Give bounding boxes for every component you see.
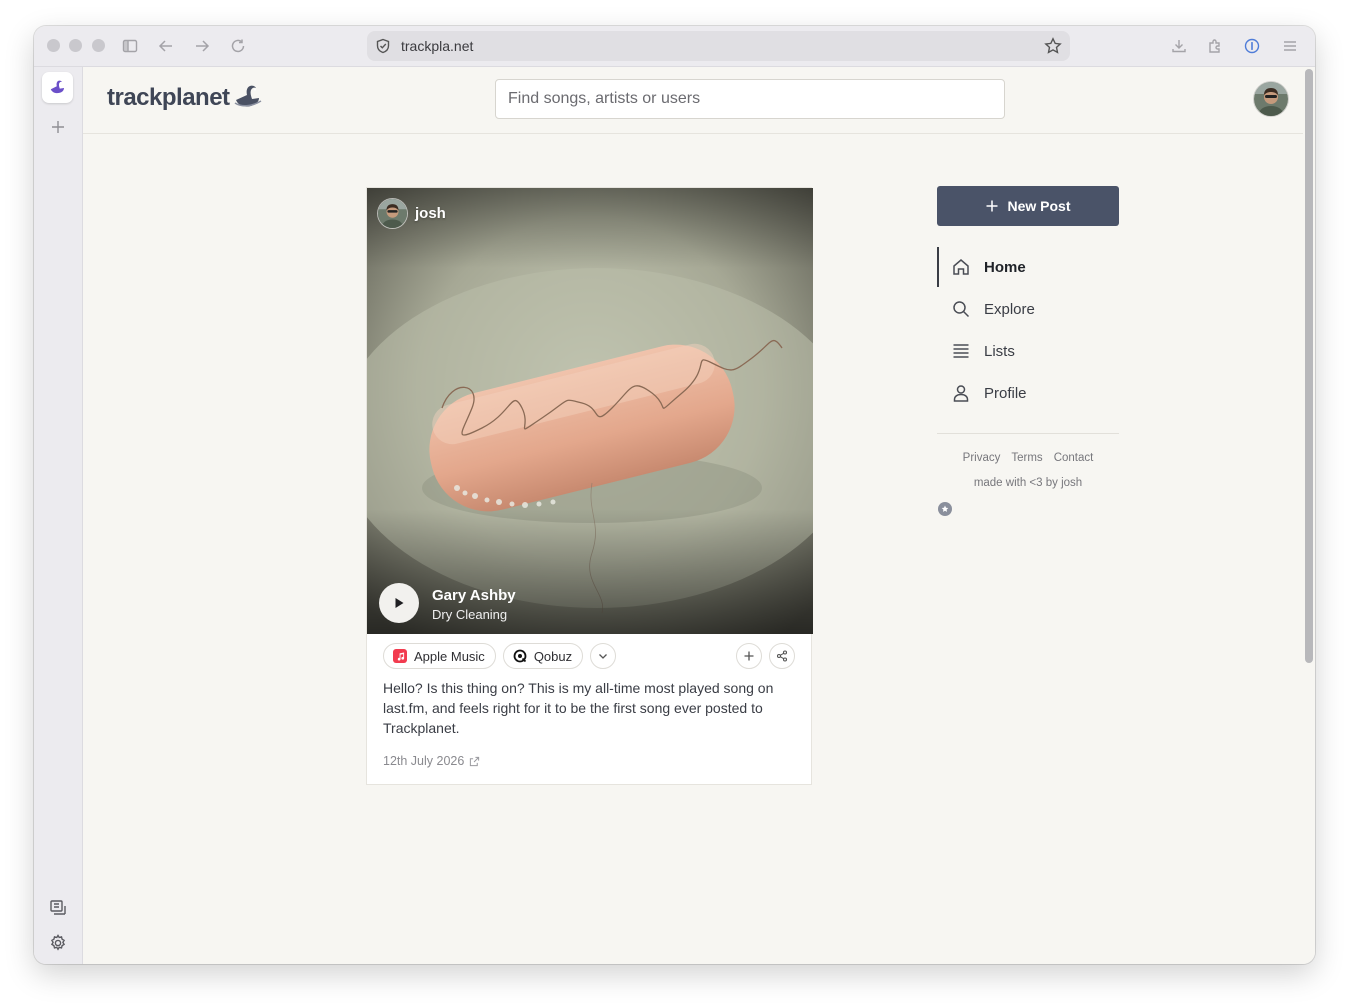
tab-trackplanet[interactable]: [42, 72, 73, 103]
nav-item-explore[interactable]: Explore: [937, 289, 1119, 329]
track-title[interactable]: Gary Ashby: [432, 587, 516, 604]
sidebar-toggle-icon[interactable]: [120, 36, 140, 56]
track-album[interactable]: Dry Cleaning: [432, 607, 507, 622]
bookmark-star-icon[interactable]: [1044, 37, 1062, 55]
user-icon: [953, 385, 969, 402]
logo-text: trackplanet: [107, 84, 230, 111]
footer-links: Privacy Terms Contact: [937, 452, 1119, 464]
play-button[interactable]: [379, 583, 419, 623]
post-actions: [736, 643, 795, 669]
qobuz-button[interactable]: Qobuz: [502, 643, 584, 669]
post-date-text: 12th July 2026: [383, 754, 465, 768]
nav-item-lists[interactable]: Lists: [937, 331, 1119, 371]
user-avatar[interactable]: [1254, 82, 1288, 116]
password-manager-icon[interactable]: [1242, 36, 1262, 56]
social-link-icon[interactable]: [937, 501, 953, 517]
qobuz-icon: [513, 649, 527, 663]
reload-icon[interactable]: [228, 36, 248, 56]
made-with-credit: made with <3 by josh: [973, 477, 1083, 489]
album-artwork[interactable]: josh Gary Ashby Dry Cleaning: [367, 188, 813, 634]
zoom-window-button[interactable]: [92, 39, 105, 52]
post-card: josh Gary Ashby Dry Cleaning Apple Music: [366, 187, 813, 785]
post-date[interactable]: 12th July 2026: [383, 754, 480, 768]
plus-icon: [986, 200, 998, 212]
share-button[interactable]: [769, 643, 795, 669]
search-input[interactable]: [495, 79, 1005, 119]
sidebar-divider: [937, 433, 1119, 434]
more-services-button[interactable]: [590, 643, 617, 669]
right-sidebar: New Post Home Explore Lists Profile Priv…: [937, 186, 1119, 522]
shield-icon: [376, 38, 390, 54]
list-icon: [953, 344, 969, 358]
home-icon: [953, 259, 969, 275]
site-header: trackplanet: [83, 67, 1303, 134]
nav-label-lists: Lists: [984, 342, 1015, 360]
footer-link-terms[interactable]: Terms: [1011, 452, 1042, 464]
downloads-icon[interactable]: [1169, 36, 1189, 56]
nav-label-explore: Explore: [984, 300, 1035, 318]
extensions-icon[interactable]: [1205, 36, 1225, 56]
url-text: trackpla.net: [401, 38, 474, 54]
add-to-list-button[interactable]: [736, 643, 762, 669]
nav-label-home: Home: [984, 258, 1026, 276]
nav-item-home[interactable]: Home: [937, 247, 1119, 287]
browser-toolbar: trackpla.net: [34, 26, 1315, 67]
streaming-services: Apple Music Qobuz: [383, 643, 617, 669]
external-link-icon: [470, 756, 480, 766]
settings-gear-icon[interactable]: [48, 933, 68, 953]
nav-label-profile: Profile: [984, 384, 1027, 402]
close-window-button[interactable]: [47, 39, 60, 52]
apple-music-button[interactable]: Apple Music: [383, 643, 496, 669]
author-avatar: [378, 199, 407, 228]
duck-favicon-icon: [50, 80, 64, 93]
new-tab-plus-icon[interactable]: [48, 117, 68, 137]
new-post-button[interactable]: New Post: [937, 186, 1119, 226]
footer-link-privacy[interactable]: Privacy: [963, 452, 1001, 464]
post-author[interactable]: josh: [378, 199, 446, 228]
reading-list-icon[interactable]: [48, 898, 68, 918]
browser-tab-sidebar: [34, 67, 83, 964]
browser-window: trackpla.net trackplanet Find songs, art…: [34, 26, 1315, 964]
main-nav: Home Explore Lists Profile: [937, 247, 1119, 413]
play-icon: [395, 598, 404, 608]
plus-icon: [744, 651, 754, 661]
nav-item-profile[interactable]: Profile: [937, 373, 1119, 413]
share-icon: [776, 650, 788, 662]
footer-link-contact[interactable]: Contact: [1054, 452, 1094, 464]
menu-icon[interactable]: [1280, 36, 1300, 56]
web-page: trackplanet Find songs, artists or users…: [83, 67, 1315, 964]
apple-music-icon: [393, 649, 407, 663]
chevron-down-icon: [599, 654, 608, 659]
post-caption: Hello? Is this thing on? This is my all-…: [383, 680, 774, 736]
apple-music-label: Apple Music: [414, 648, 485, 664]
minimize-window-button[interactable]: [69, 39, 82, 52]
address-bar[interactable]: trackpla.net: [367, 31, 1070, 61]
forward-arrow-icon[interactable]: [192, 36, 212, 56]
search-icon: [953, 301, 970, 318]
duck-logo-icon: [234, 85, 261, 107]
author-username: josh: [415, 205, 446, 222]
page-scrollbar[interactable]: [1305, 69, 1313, 663]
site-logo[interactable]: trackplanet: [107, 83, 264, 113]
back-arrow-icon[interactable]: [156, 36, 176, 56]
qobuz-label: Qobuz: [533, 648, 573, 664]
new-post-label: New Post: [1007, 198, 1071, 214]
